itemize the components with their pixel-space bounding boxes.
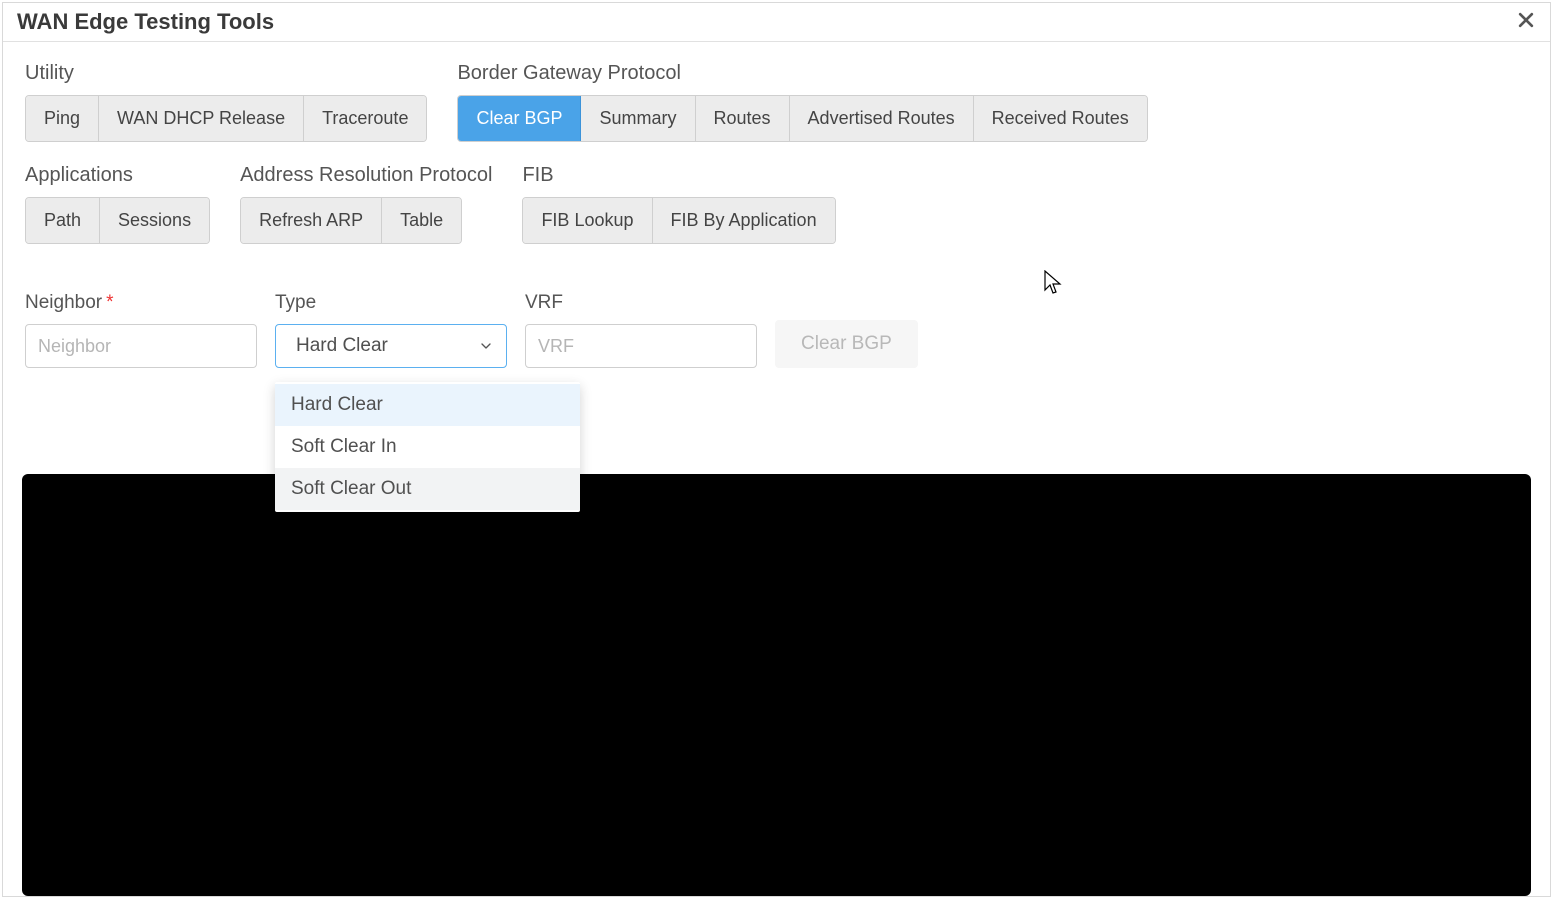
btn-fib-lookup[interactable]: FIB Lookup <box>523 198 652 243</box>
btn-group-bgp: Clear BGP Summary Routes Advertised Rout… <box>457 95 1147 142</box>
group-label-fib: FIB <box>522 164 835 187</box>
group-label-utility: Utility <box>25 62 427 85</box>
dialog-header: WAN Edge Testing Tools <box>3 3 1550 42</box>
btn-summary[interactable]: Summary <box>581 96 695 141</box>
group-label-bgp: Border Gateway Protocol <box>457 62 1147 85</box>
field-vrf: VRF <box>525 292 757 368</box>
select-type-value: Hard Clear <box>296 335 388 357</box>
dropdown-option-soft-clear-in[interactable]: Soft Clear In <box>275 426 580 468</box>
output-terminal[interactable] <box>22 474 1531 896</box>
label-vrf: VRF <box>525 292 757 314</box>
btn-advertised-routes[interactable]: Advertised Routes <box>790 96 974 141</box>
btn-group-utility: Ping WAN DHCP Release Traceroute <box>25 95 427 142</box>
group-applications: Applications Path Sessions <box>25 164 210 244</box>
btn-group-arp: Refresh ARP Table <box>240 197 462 244</box>
btn-clear-bgp[interactable]: Clear BGP <box>458 96 581 141</box>
btn-sessions[interactable]: Sessions <box>100 198 209 243</box>
btn-refresh-arp[interactable]: Refresh ARP <box>241 198 382 243</box>
btn-ping[interactable]: Ping <box>26 96 99 141</box>
select-type-trigger[interactable]: Hard Clear <box>275 324 507 368</box>
btn-routes[interactable]: Routes <box>696 96 790 141</box>
btn-path[interactable]: Path <box>26 198 100 243</box>
form-row: Neighbor* Type Hard Clear Hard Clear Sof… <box>25 292 1528 368</box>
btn-fib-by-application[interactable]: FIB By Application <box>653 198 835 243</box>
select-type: Hard Clear Hard Clear Soft Clear In Soft… <box>275 324 507 368</box>
field-type: Type Hard Clear Hard Clear Soft Clear In… <box>275 292 507 368</box>
btn-group-applications: Path Sessions <box>25 197 210 244</box>
btn-table[interactable]: Table <box>382 198 461 243</box>
label-type: Type <box>275 292 507 314</box>
close-icon[interactable] <box>1516 10 1540 34</box>
dropdown-type: Hard Clear Soft Clear In Soft Clear Out <box>275 382 580 512</box>
dropdown-option-hard-clear[interactable]: Hard Clear <box>275 384 580 426</box>
group-label-applications: Applications <box>25 164 210 187</box>
group-fib: FIB FIB Lookup FIB By Application <box>522 164 835 244</box>
group-row-2: Applications Path Sessions Address Resol… <box>25 164 1528 244</box>
btn-traceroute[interactable]: Traceroute <box>304 96 426 141</box>
dialog-title: WAN Edge Testing Tools <box>17 9 274 35</box>
btn-group-fib: FIB Lookup FIB By Application <box>522 197 835 244</box>
chevron-down-icon <box>478 338 494 354</box>
input-vrf[interactable] <box>525 324 757 368</box>
group-utility: Utility Ping WAN DHCP Release Traceroute <box>25 62 427 142</box>
dropdown-option-soft-clear-out[interactable]: Soft Clear Out <box>275 468 580 510</box>
input-neighbor[interactable] <box>25 324 257 368</box>
group-row-1: Utility Ping WAN DHCP Release Traceroute… <box>25 62 1528 142</box>
group-bgp: Border Gateway Protocol Clear BGP Summar… <box>457 62 1147 142</box>
group-label-arp: Address Resolution Protocol <box>240 164 492 187</box>
btn-wan-dhcp-release[interactable]: WAN DHCP Release <box>99 96 304 141</box>
btn-received-routes[interactable]: Received Routes <box>974 96 1147 141</box>
dialog-body: Utility Ping WAN DHCP Release Traceroute… <box>3 42 1550 896</box>
group-arp: Address Resolution Protocol Refresh ARP … <box>240 164 492 244</box>
field-neighbor: Neighbor* <box>25 292 257 368</box>
label-neighbor: Neighbor* <box>25 292 257 314</box>
action-clear-bgp[interactable]: Clear BGP <box>775 320 918 368</box>
testing-tools-dialog: WAN Edge Testing Tools Utility Ping WAN … <box>2 2 1551 897</box>
